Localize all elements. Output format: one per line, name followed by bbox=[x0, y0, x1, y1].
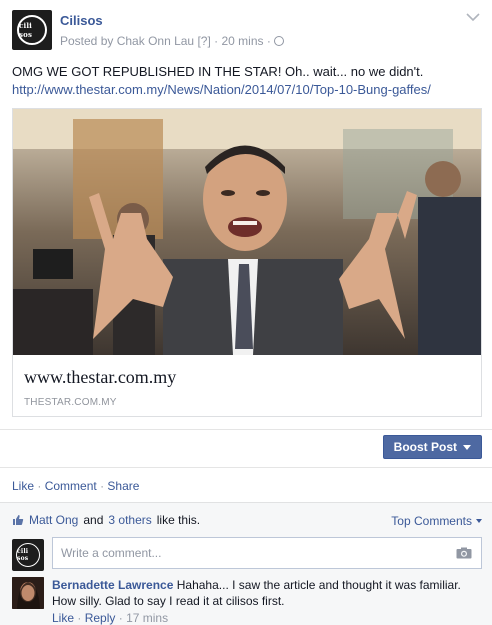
thumbs-up-icon bbox=[13, 515, 24, 525]
author-link[interactable]: Chak Onn Lau bbox=[117, 34, 194, 48]
boost-post-button[interactable]: Boost Post bbox=[382, 435, 482, 459]
meta-separator: · bbox=[118, 611, 123, 625]
caret-down-icon bbox=[476, 519, 482, 523]
comment-time[interactable]: 17 mins bbox=[126, 611, 168, 625]
commenter-name-link[interactable]: Bernadette Lawrence bbox=[52, 578, 173, 592]
feedback-section: Matt Ong and 3 others like this. Top Com… bbox=[0, 502, 492, 625]
post-meta: Posted by Chak Onn Lau [?] · 20 mins · bbox=[60, 34, 285, 48]
divider bbox=[0, 429, 492, 430]
action-separator: · bbox=[100, 479, 105, 493]
link-preview-card[interactable]: www.thestar.com.my THESTAR.COM.MY bbox=[12, 108, 482, 417]
likes-suffix: like this. bbox=[156, 513, 201, 527]
page-avatar[interactable]: cili sos bbox=[12, 10, 52, 50]
liker-link[interactable]: Matt Ong bbox=[29, 513, 78, 527]
avatar-logo-text: cili sos bbox=[16, 543, 40, 567]
help-marker[interactable]: [?] bbox=[197, 34, 210, 48]
others-link[interactable]: 3 others bbox=[108, 513, 151, 527]
commenter-avatar[interactable] bbox=[12, 577, 44, 609]
post-actions: Like · Comment · Share bbox=[12, 479, 139, 493]
link-card-title[interactable]: www.thestar.com.my bbox=[24, 367, 176, 388]
comment-reply-link[interactable]: Reply bbox=[85, 611, 116, 625]
comment-like-link[interactable]: Like bbox=[52, 611, 74, 625]
chevron-down-icon[interactable] bbox=[466, 12, 480, 22]
post-header: cili sos Cilisos Posted by Chak Onn Lau … bbox=[12, 10, 484, 50]
likes-and: and bbox=[83, 513, 104, 527]
action-separator: · bbox=[37, 479, 42, 493]
top-comments-label: Top Comments bbox=[391, 514, 472, 528]
post-message: OMG WE GOT REPUBLISHED IN THE STAR! Oh..… bbox=[12, 64, 424, 79]
link-card-domain: THESTAR.COM.MY bbox=[24, 397, 117, 408]
avatar-logo-text: cili sos bbox=[17, 15, 47, 45]
composer-avatar[interactable]: cili sos bbox=[12, 539, 44, 571]
divider bbox=[0, 467, 492, 468]
camera-icon[interactable] bbox=[456, 547, 472, 559]
link-preview-image[interactable] bbox=[13, 109, 481, 355]
press-photo-illustration bbox=[13, 109, 481, 355]
comment-meta: Like · Reply · 17 mins bbox=[52, 611, 168, 625]
meta-separator: · bbox=[266, 34, 271, 48]
likes-summary: Matt Ong and 3 others like this. bbox=[12, 513, 200, 527]
post-url-link[interactable]: http://www.thestar.com.my/News/Nation/20… bbox=[12, 81, 482, 99]
meta-separator: · bbox=[214, 34, 219, 48]
comment-body: Bernadette Lawrence Hahaha... I saw the … bbox=[52, 577, 482, 609]
comment-link[interactable]: Comment bbox=[45, 479, 97, 493]
commenter-photo bbox=[12, 577, 44, 609]
globe-icon[interactable] bbox=[274, 36, 285, 46]
share-link[interactable]: Share bbox=[107, 479, 139, 493]
posted-by-label: Posted by bbox=[60, 34, 114, 48]
page-name-link[interactable]: Cilisos bbox=[60, 13, 103, 28]
caret-down-icon bbox=[463, 444, 471, 450]
top-comments-dropdown[interactable]: Top Comments bbox=[391, 514, 482, 528]
boost-post-label: Boost Post bbox=[393, 440, 457, 454]
meta-separator: · bbox=[77, 611, 82, 625]
comment-input[interactable] bbox=[52, 537, 482, 569]
post-text: OMG WE GOT REPUBLISHED IN THE STAR! Oh..… bbox=[12, 63, 482, 99]
like-link[interactable]: Like bbox=[12, 479, 34, 493]
comment-composer: cili sos bbox=[12, 537, 482, 571]
post-time[interactable]: 20 mins bbox=[221, 34, 263, 48]
